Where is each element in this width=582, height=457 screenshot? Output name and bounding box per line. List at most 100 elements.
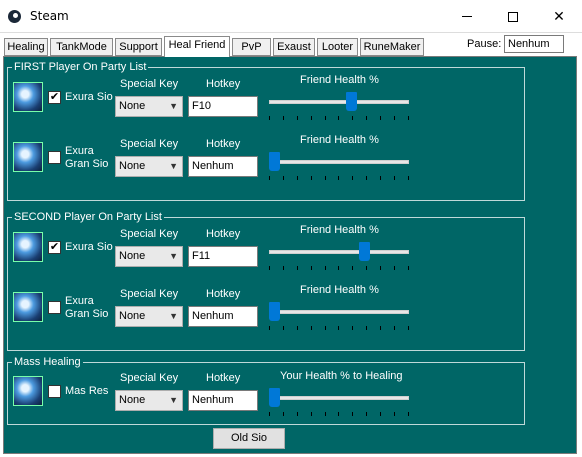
chevron-down-icon: ▼ bbox=[169, 161, 178, 171]
pause-hotkey-field[interactable]: Nenhum bbox=[504, 35, 564, 53]
hotkey-field[interactable]: F10 bbox=[188, 96, 258, 117]
slider-thumb[interactable] bbox=[269, 152, 280, 171]
tab-pvp[interactable]: PvP bbox=[232, 38, 271, 56]
hotkey-label: Hotkey bbox=[206, 288, 241, 300]
close-button[interactable]: ✕ bbox=[536, 0, 582, 33]
slider-tick bbox=[352, 412, 354, 416]
enable-checkbox[interactable]: ✔ bbox=[48, 241, 61, 254]
slider-ticks bbox=[269, 412, 409, 416]
enable-checkbox[interactable] bbox=[48, 385, 61, 398]
slider-tick bbox=[338, 176, 340, 180]
slider-tick bbox=[324, 116, 326, 120]
spell-label: Exura Sio bbox=[65, 91, 113, 103]
slider-ticks bbox=[269, 326, 409, 330]
slider-tick bbox=[394, 326, 396, 330]
minimize-icon bbox=[462, 16, 472, 17]
spell-label: Exura Sio bbox=[65, 241, 113, 253]
slider-tick bbox=[269, 266, 270, 270]
slider-tick bbox=[338, 266, 340, 270]
enable-checkbox[interactable]: ✔ bbox=[48, 91, 61, 104]
maximize-icon bbox=[508, 11, 518, 22]
chevron-down-icon: ▼ bbox=[169, 251, 178, 261]
spell-label: Mas Res bbox=[65, 385, 109, 397]
slider-track bbox=[269, 250, 409, 254]
slider-label: Friend Health % bbox=[300, 224, 379, 236]
slider-tick bbox=[282, 412, 284, 416]
slider-tick bbox=[310, 326, 312, 330]
spell-sparkle-icon bbox=[13, 82, 43, 112]
health-slider[interactable] bbox=[269, 242, 409, 272]
health-slider[interactable] bbox=[269, 152, 409, 182]
special-key-label: Special Key bbox=[120, 138, 179, 150]
slider-label: Friend Health % bbox=[300, 284, 379, 296]
old-sio-button[interactable]: Old Sio bbox=[213, 428, 285, 449]
slider-label: Friend Health % bbox=[300, 134, 379, 146]
mass-healing-group: Mass Healing Mas Res Special Key None ▼ H… bbox=[7, 355, 525, 425]
spell-sparkle-icon bbox=[13, 142, 43, 172]
special-key-select[interactable]: None ▼ bbox=[115, 390, 183, 411]
tab-tankmode[interactable]: TankMode bbox=[50, 38, 113, 56]
close-icon: ✕ bbox=[553, 8, 565, 25]
slider-tick bbox=[310, 116, 312, 120]
slider-track bbox=[269, 100, 409, 104]
hotkey-field[interactable]: Nenhum bbox=[188, 390, 258, 411]
slider-tick bbox=[380, 176, 382, 180]
slider-tick bbox=[366, 176, 368, 180]
hotkey-field[interactable]: Nenhum bbox=[188, 156, 258, 177]
slider-tick bbox=[296, 176, 298, 180]
slider-ticks bbox=[269, 116, 409, 120]
enable-checkbox[interactable] bbox=[48, 151, 61, 164]
slider-thumb[interactable] bbox=[346, 92, 357, 111]
hotkey-field[interactable]: Nenhum bbox=[188, 306, 258, 327]
spell-label: Exura Gran Sio bbox=[65, 295, 109, 320]
slider-tick bbox=[324, 326, 326, 330]
hotkey-label: Hotkey bbox=[206, 138, 241, 150]
slider-tick bbox=[282, 116, 284, 120]
slider-tick bbox=[338, 412, 340, 416]
slider-thumb[interactable] bbox=[269, 388, 280, 407]
minimize-button[interactable] bbox=[444, 0, 490, 33]
slider-thumb[interactable] bbox=[269, 302, 280, 321]
group-title: SECOND Player On Party List bbox=[12, 210, 164, 224]
special-key-select[interactable]: None ▼ bbox=[115, 156, 183, 177]
slider-track bbox=[269, 396, 409, 400]
spell-sparkle-icon bbox=[13, 232, 43, 262]
tab-healing[interactable]: Healing bbox=[4, 38, 48, 56]
first-player-group: FIRST Player On Party List ✔ Exura Sio S… bbox=[7, 60, 525, 201]
title-bar: Steam ✕ bbox=[0, 0, 582, 33]
slider-ticks bbox=[269, 266, 409, 270]
slider-tick bbox=[352, 116, 354, 120]
chevron-down-icon: ▼ bbox=[169, 311, 178, 321]
slider-thumb[interactable] bbox=[359, 242, 370, 261]
hotkey-field[interactable]: F11 bbox=[188, 246, 258, 267]
tab-exaust[interactable]: Exaust bbox=[273, 38, 315, 56]
spell-sparkle-icon bbox=[13, 376, 43, 406]
slider-tick bbox=[338, 116, 340, 120]
special-key-select[interactable]: None ▼ bbox=[115, 246, 183, 267]
slider-tick bbox=[324, 176, 326, 180]
special-key-select[interactable]: None ▼ bbox=[115, 306, 183, 327]
tab-support[interactable]: Support bbox=[115, 38, 162, 56]
slider-tick bbox=[282, 176, 284, 180]
slider-tick bbox=[296, 116, 298, 120]
heal-row: ✔ Exura Sio Special Key None ▼ Hotkey F11… bbox=[8, 224, 524, 274]
health-slider[interactable] bbox=[269, 302, 409, 332]
slider-tick bbox=[310, 412, 312, 416]
special-key-select[interactable]: None ▼ bbox=[115, 96, 183, 117]
special-key-label: Special Key bbox=[120, 288, 179, 300]
health-slider[interactable] bbox=[269, 388, 409, 418]
slider-tick bbox=[282, 326, 284, 330]
tab-looter[interactable]: Looter bbox=[317, 38, 358, 56]
slider-tick bbox=[269, 176, 270, 180]
slider-tick bbox=[310, 266, 312, 270]
slider-tick bbox=[352, 266, 354, 270]
special-key-label: Special Key bbox=[120, 372, 179, 384]
second-player-group: SECOND Player On Party List ✔ Exura Sio … bbox=[7, 210, 525, 351]
enable-checkbox[interactable] bbox=[48, 301, 61, 314]
tab-heal-friend[interactable]: Heal Friend bbox=[164, 36, 230, 57]
tab-runemaker[interactable]: RuneMaker bbox=[360, 38, 424, 56]
health-slider[interactable] bbox=[269, 92, 409, 122]
client-area: Healing TankMode Support Heal Friend PvP… bbox=[0, 33, 582, 457]
maximize-button[interactable] bbox=[490, 0, 536, 33]
slider-tick bbox=[352, 326, 354, 330]
